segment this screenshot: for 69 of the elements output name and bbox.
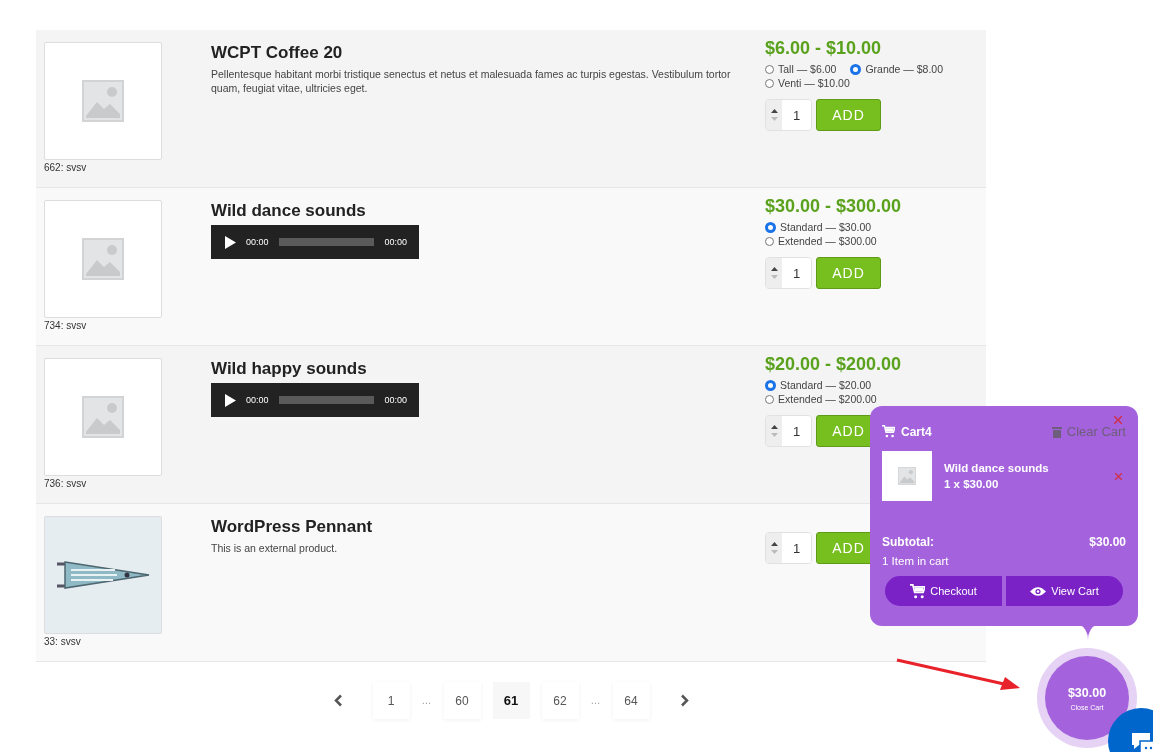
product-title: WCPT Coffee 20 <box>211 43 344 63</box>
product-title: Wild dance sounds <box>211 201 367 221</box>
radio-button[interactable] <box>765 236 774 246</box>
image-placeholder-icon <box>82 396 124 438</box>
quantity-field[interactable]: 1 <box>765 532 812 564</box>
quantity-field[interactable]: 1 <box>765 99 812 131</box>
product-title: Wild happy sounds <box>211 359 368 379</box>
cart-item-quantity-price: 1 x $30.00 <box>944 478 1000 490</box>
subtotal-amount: $30.00 <box>1089 535 1126 549</box>
page-ellipsis: … <box>590 695 601 706</box>
price-range: $30.00 - $300.00 <box>765 196 903 217</box>
product-caption: 734: svsv <box>44 320 88 331</box>
radio-button[interactable] <box>765 78 774 88</box>
page-button[interactable]: 1 <box>372 682 410 719</box>
audio-progress-track[interactable] <box>278 396 375 404</box>
product-description: This is an external product. <box>211 541 339 555</box>
price-range: $6.00 - $10.00 <box>765 38 883 59</box>
page-button[interactable]: 62 <box>541 682 579 719</box>
audio-duration: 00:00 <box>384 395 407 405</box>
audio-player[interactable]: 00:00 00:00 <box>211 225 419 259</box>
play-icon[interactable] <box>225 393 236 407</box>
view-cart-button[interactable]: View Cart <box>1006 576 1123 606</box>
image-placeholder-icon <box>82 238 124 280</box>
chevron-left-icon[interactable] <box>333 694 343 707</box>
checkout-button[interactable]: Checkout <box>885 576 1002 606</box>
variation-label[interactable]: Extended — $200.00 <box>778 393 877 405</box>
audio-time: 00:00 <box>246 237 269 247</box>
cart-item-name: Wild dance sounds <box>944 462 1049 474</box>
page-button[interactable]: 60 <box>443 682 481 719</box>
eye-icon <box>1030 585 1047 597</box>
stepper-arrows-icon[interactable] <box>770 266 778 280</box>
image-placeholder-icon <box>82 80 124 122</box>
page-ellipsis: … <box>421 695 432 706</box>
product-caption: 736: svsv <box>44 478 88 489</box>
quantity-field[interactable]: 1 <box>765 257 812 289</box>
radio-button[interactable] <box>765 394 774 404</box>
product-caption: 33: svsv <box>44 636 82 647</box>
radio-button[interactable] <box>850 63 862 75</box>
product-description: Pellentesque habitant morbi tristique senectus et netus et malesuada fames ac turpis egestas. Vestibulum tortor quam, feugiat vitae, ultricies eget. <box>211 67 731 95</box>
cart-title: Cart4 <box>901 424 932 439</box>
audio-time: 00:00 <box>246 395 269 405</box>
audio-player[interactable]: 00:00 00:00 <box>211 383 419 417</box>
stepper-arrows-icon[interactable] <box>770 424 778 438</box>
page-button[interactable]: 61 <box>492 682 530 719</box>
page-button[interactable]: 64 <box>612 682 650 719</box>
audio-duration: 00:00 <box>384 237 407 247</box>
variation-label[interactable]: Standard — $30.00 <box>780 221 872 233</box>
image-placeholder-icon <box>898 467 916 485</box>
audio-progress-track[interactable] <box>278 238 375 246</box>
product-title: WordPress Pennant <box>211 517 374 537</box>
radio-button[interactable] <box>765 64 774 74</box>
radio-button[interactable] <box>765 221 776 233</box>
variation-label[interactable]: Grande — $8.00 <box>865 63 943 75</box>
stepper-arrows-icon[interactable] <box>770 541 778 555</box>
chevron-right-icon[interactable] <box>679 694 689 707</box>
cart-icon <box>882 425 895 438</box>
radio-button[interactable] <box>765 379 776 391</box>
cart-icon <box>910 583 926 599</box>
variation-label[interactable]: Extended — $300.00 <box>778 235 877 247</box>
cart-item-count: 1 Item in cart <box>882 555 950 567</box>
product-caption: 662: svsv <box>44 162 88 173</box>
variation-label[interactable]: Venti — $10.00 <box>778 77 850 89</box>
play-icon[interactable] <box>225 235 236 249</box>
stepper-arrows-icon[interactable] <box>770 108 778 122</box>
variation-label[interactable]: Standard — $20.00 <box>780 379 872 391</box>
variation-label[interactable]: Tall — $6.00 <box>778 63 837 75</box>
quantity-field[interactable]: 1 <box>765 415 812 447</box>
subtotal-label: Subtotal: <box>882 535 934 549</box>
price-range: $20.00 - $200.00 <box>765 354 903 375</box>
